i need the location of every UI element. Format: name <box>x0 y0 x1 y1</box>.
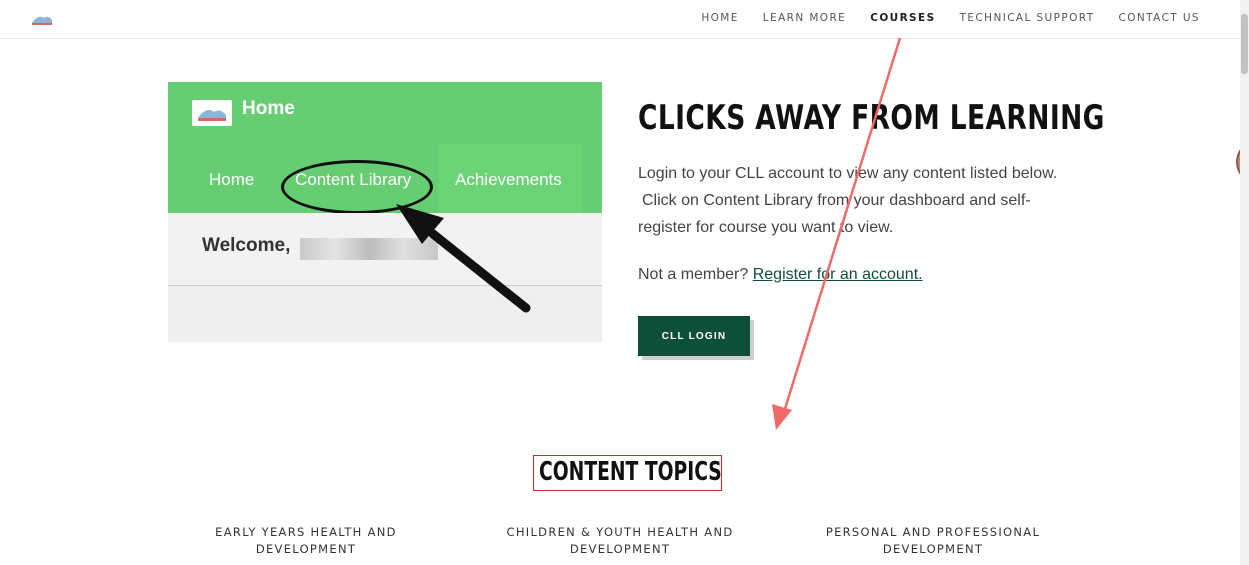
content-topics-heading: CONTENT TOPICS <box>539 457 722 487</box>
topic-children-youth[interactable]: CHILDREN & YOUTH HEALTH AND DEVELOPMENT <box>495 524 745 558</box>
nav-learn-more[interactable]: LEARN MORE <box>763 12 846 24</box>
instructions-line-3: register for course you want to view. <box>638 219 894 236</box>
topic-label-line: PERSONAL AND PROFESSIONAL <box>825 525 1041 539</box>
nav-contact-us[interactable]: CONTACT US <box>1119 12 1200 24</box>
nav-technical-support[interactable]: TECHNICAL SUPPORT <box>960 12 1095 24</box>
site-logo-icon[interactable] <box>30 12 54 26</box>
login-instructions: Login to your CLL account to view any co… <box>638 160 1078 241</box>
dashboard-preview-image: Home Home Content Library Achievements W… <box>168 82 602 342</box>
main-nav: HOME LEARN MORE COURSES TECHNICAL SUPPOR… <box>677 12 1200 24</box>
topic-label-line: CHILDREN & YOUTH HEALTH AND <box>506 525 734 539</box>
scrollbar-thumb[interactable] <box>1241 14 1248 74</box>
cll-login-button[interactable]: CLL LOGIN <box>638 316 750 356</box>
topic-label-line: EARLY YEARS HEALTH AND <box>215 525 397 539</box>
topic-label-line: DEVELOPMENT <box>569 542 671 556</box>
black-arrow-icon <box>396 204 531 313</box>
topic-personal-professional[interactable]: PERSONAL AND PROFESSIONAL DEVELOPMENT <box>813 524 1053 558</box>
page-headline: CLICKS AWAY FROM LEARNING <box>638 98 1105 138</box>
topic-label-line: DEVELOPMENT <box>255 542 357 556</box>
member-prompt: Not a member? Register for an account. <box>638 266 923 284</box>
topic-early-years[interactable]: EARLY YEARS HEALTH AND DEVELOPMENT <box>196 524 416 558</box>
top-navbar: HOME LEARN MORE COURSES TECHNICAL SUPPOR… <box>0 0 1240 39</box>
member-prefix: Not a member? <box>638 266 749 283</box>
nav-courses[interactable]: COURSES <box>870 12 935 24</box>
instructions-line-2: Click on Content Library from your dashb… <box>642 192 1031 209</box>
page-scrollbar[interactable] <box>1240 0 1249 565</box>
nav-home[interactable]: HOME <box>701 12 738 24</box>
register-link[interactable]: Register for an account. <box>753 266 923 283</box>
topic-label-line: DEVELOPMENT <box>882 542 984 556</box>
instructions-line-1: Login to your CLL account to view any co… <box>638 165 1058 182</box>
